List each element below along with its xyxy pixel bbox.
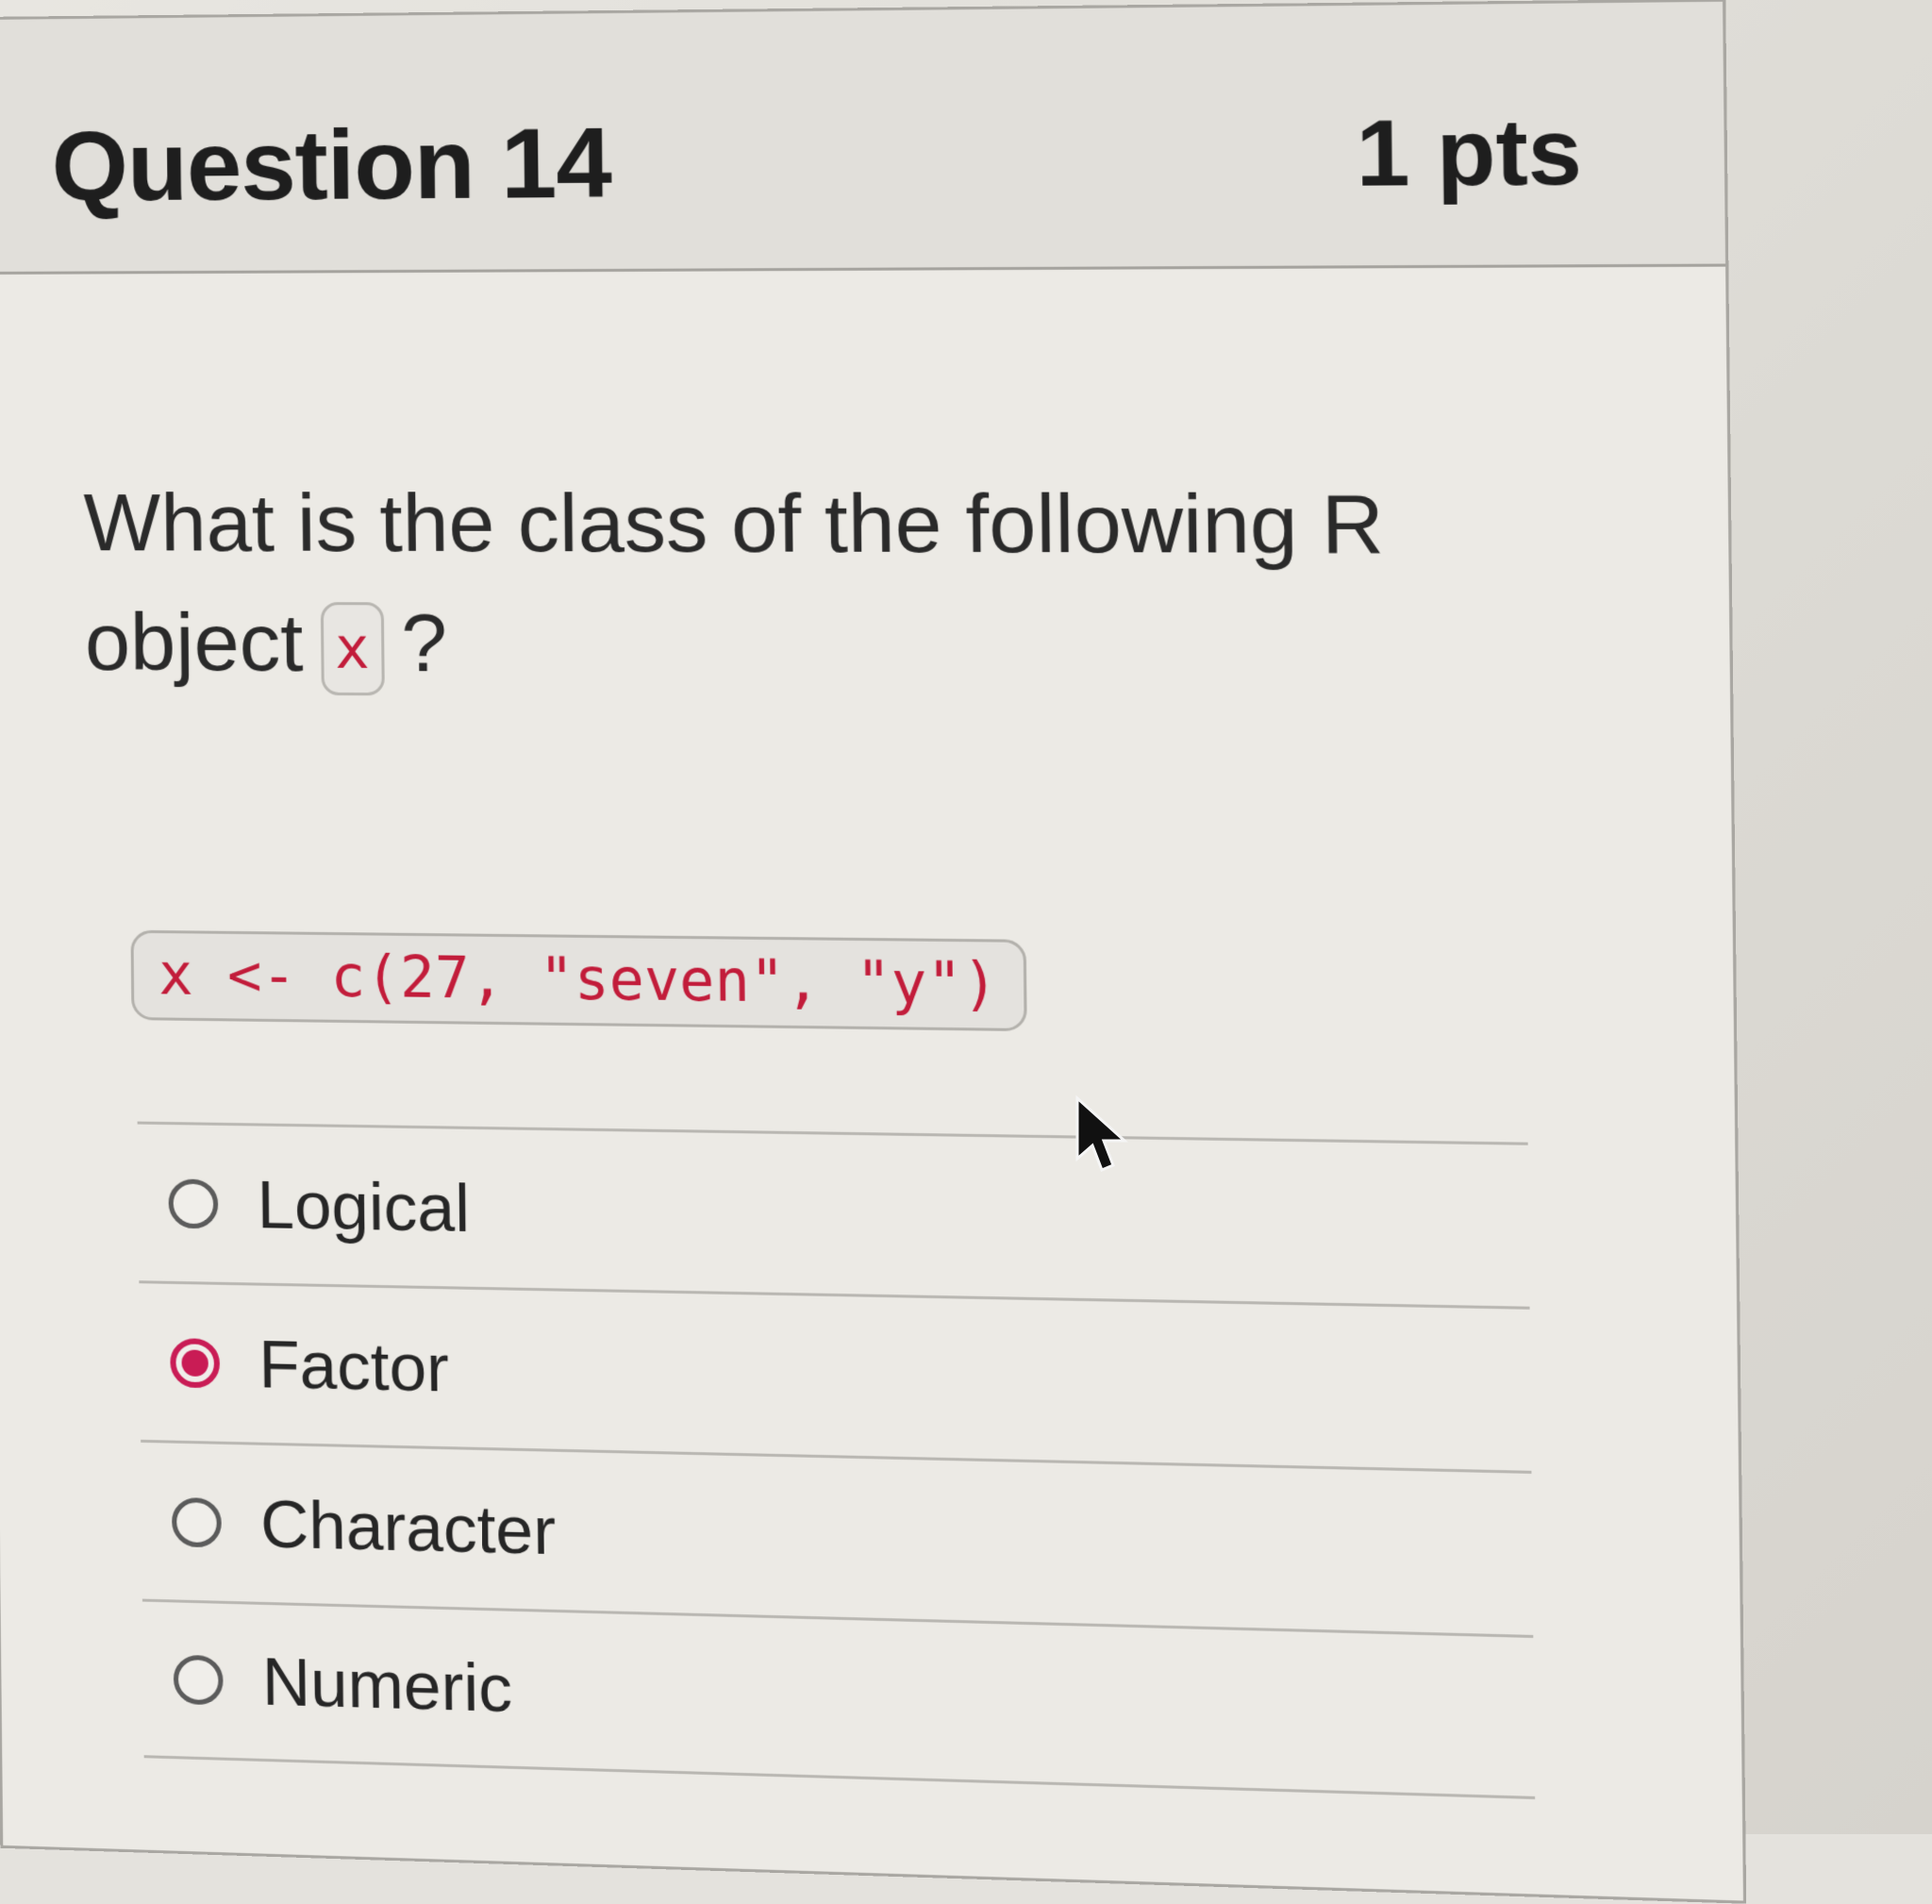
answer-label-factor[interactable]: Factor <box>258 1326 449 1406</box>
answer-list: Logical Factor Character Numeric <box>138 1122 1536 1799</box>
question-points: 1 pts <box>1356 99 1583 208</box>
question-title: Question 14 <box>51 107 611 224</box>
radio-button-numeric[interactable] <box>174 1655 224 1706</box>
answer-option-logical[interactable]: Logical <box>138 1122 1530 1307</box>
inline-code-x: x <box>320 602 384 695</box>
answer-label-numeric[interactable]: Numeric <box>261 1644 512 1727</box>
question-card: Question 14 1 pts What is the class of t… <box>0 0 1746 1904</box>
code-block: x <- c(27, "seven", "y") <box>130 930 1026 1031</box>
answer-label-character[interactable]: Character <box>260 1485 557 1568</box>
question-mark: ? <box>401 597 448 689</box>
radio-button-factor-selected[interactable] <box>170 1338 220 1388</box>
radio-button-character[interactable] <box>172 1496 222 1547</box>
question-text: What is the class of the following R obj… <box>83 463 1554 710</box>
radio-button-logical[interactable] <box>168 1178 218 1228</box>
mouse-pointer-icon <box>1074 1094 1130 1179</box>
answer-label-logical[interactable]: Logical <box>257 1166 470 1246</box>
answer-option-numeric[interactable]: Numeric <box>142 1599 1535 1799</box>
question-text-main: What is the class of the following R obj… <box>83 477 1384 689</box>
answer-option-factor[interactable]: Factor <box>139 1280 1531 1471</box>
question-header: Question 14 1 pts <box>0 2 1725 275</box>
screen-background: Question 14 1 pts What is the class of t… <box>0 0 1932 1834</box>
